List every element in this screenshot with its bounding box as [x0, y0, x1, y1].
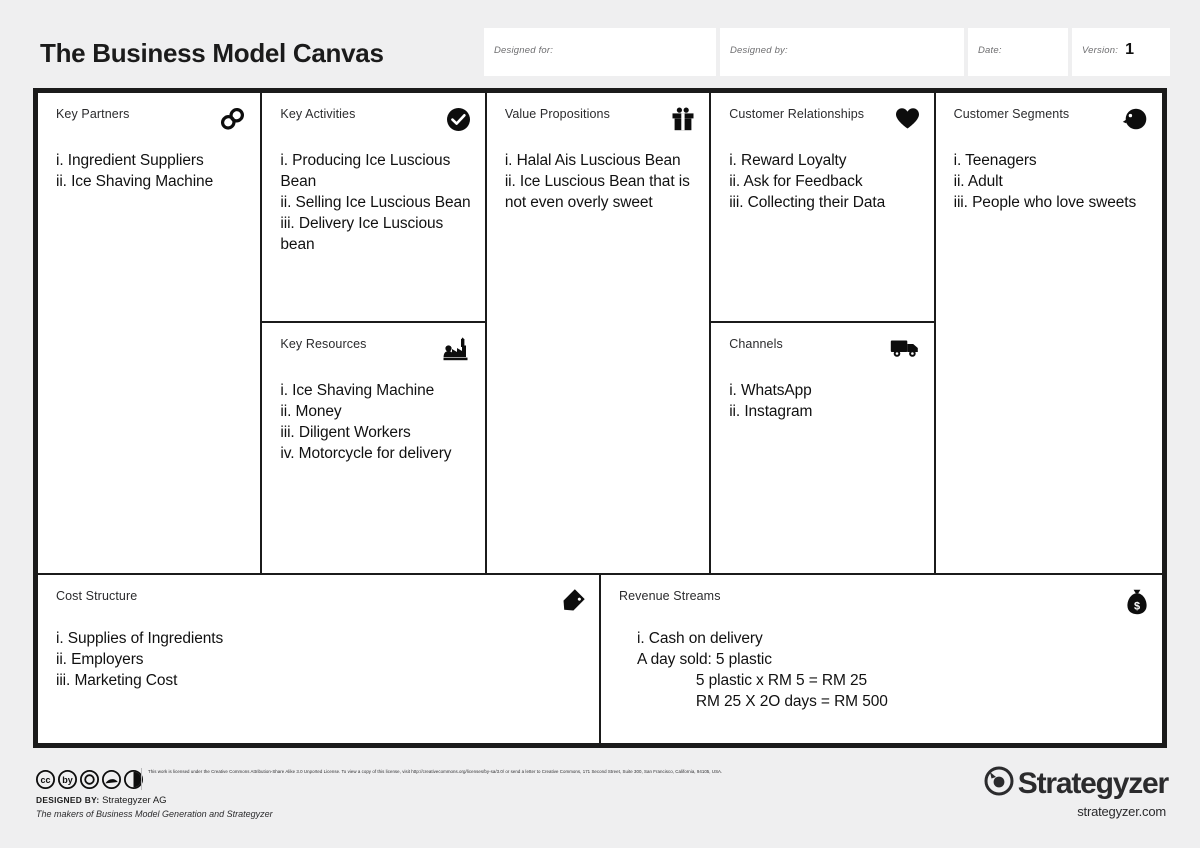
column-key-activities-resources: Key Activities i. Producing Ice Luscious… [262, 93, 485, 573]
block-header: Value Propositions [505, 107, 695, 137]
canvas-bottom-row: Cost Structure i. Supplies of Ingredient… [38, 575, 1162, 743]
cost-structure-body: i. Supplies of Ingredients ii. Employers… [56, 630, 224, 689]
version-field[interactable]: Version: 1 [1072, 28, 1170, 72]
block-channels[interactable]: Channels i. WhatsApp ii. Instagram [711, 323, 934, 573]
license-text: This work is licensed under the Creative… [148, 769, 723, 774]
customer-segments-title: Customer Segments [953, 107, 1070, 121]
block-customer-segments[interactable]: Customer Segments i. Teenagers ii. Adult… [935, 93, 1162, 573]
block-header: Key Resources [280, 337, 470, 367]
designed-for-field[interactable]: Designed for: [484, 28, 716, 72]
cost-structure-title: Cost Structure [56, 589, 138, 603]
canvas-meta-fields: Designed for: Designed by: Date: Version… [484, 28, 1170, 72]
factory-icon [441, 337, 471, 363]
column-value-propositions: Value Propositions i. Halal Ais Luscious… [486, 93, 710, 573]
cc-logo-icon: cc [35, 769, 56, 790]
date-field[interactable]: Date: [968, 28, 1068, 72]
column-relationships-channels: Customer Relationships i. Reward Loyalty… [711, 93, 934, 573]
block-customer-relationships[interactable]: Customer Relationships i. Reward Loyalty… [711, 93, 934, 321]
brand-name: Strategyzer [1017, 766, 1169, 800]
price-tag-icon [555, 589, 585, 615]
revenue-streams-title: Revenue Streams [619, 589, 721, 603]
canvas-footer: cc by This work is licensed under the Cr… [0, 756, 1200, 848]
makers-credit: The makers of Business Model Generation … [36, 809, 273, 819]
cc-share-alike-icon [79, 769, 100, 790]
person-head-icon [1118, 107, 1148, 133]
channels-title: Channels [729, 337, 783, 351]
block-value-propositions[interactable]: Value Propositions i. Halal Ais Luscious… [486, 93, 710, 573]
date-label: Date: [978, 44, 1002, 56]
canvas-header: The Business Model Canvas Designed for: … [0, 22, 1200, 84]
block-header: Key Partners [56, 107, 246, 137]
customer-relationships-body: i. Reward Loyalty ii. Ask for Feedback i… [729, 152, 886, 211]
block-header: Key Activities [280, 107, 470, 137]
svg-text:by: by [62, 775, 73, 785]
column-key-partners: Key Partners i. Ingredient Suppliers ii.… [38, 93, 261, 573]
block-key-activities[interactable]: Key Activities i. Producing Ice Luscious… [262, 93, 485, 321]
delivery-truck-icon [890, 337, 920, 363]
money-bag-icon: $ [1118, 589, 1148, 615]
chain-link-icon [216, 107, 246, 133]
block-header: Channels [729, 337, 919, 367]
business-model-canvas-page: The Business Model Canvas Designed for: … [0, 0, 1200, 848]
version-label: Version: [1082, 44, 1119, 56]
gift-icon [665, 107, 695, 133]
block-header: Customer Segments [954, 107, 1148, 137]
designed-by-credit-label: DESIGNED BY: [36, 795, 100, 805]
revenue-streams-body: i. Cash on delivery A day sold: 5 plasti… [637, 630, 888, 710]
block-key-partners[interactable]: Key Partners i. Ingredient Suppliers ii.… [38, 93, 261, 573]
svg-text:cc: cc [40, 775, 50, 785]
value-propositions-title: Value Propositions [504, 107, 610, 121]
key-resources-body: i. Ice Shaving Machine ii. Money iii. Di… [280, 382, 452, 462]
cc-no-derivatives-icon [101, 769, 122, 790]
customer-segments-body: i. Teenagers ii. Adult iii. People who l… [953, 152, 1137, 211]
channels-body: i. WhatsApp ii. Instagram [729, 382, 813, 420]
cc-attribution-icon: by [57, 769, 78, 790]
key-partners-body: i. Ingredient Suppliers ii. Ice Shaving … [56, 152, 214, 190]
designed-by-field[interactable]: Designed by: [720, 28, 964, 72]
key-resources-title: Key Resources [280, 337, 367, 351]
block-header: Cost Structure [56, 589, 585, 619]
creative-commons-badges: cc by [35, 769, 144, 790]
footer-divider [141, 768, 142, 790]
customer-relationships-title: Customer Relationships [729, 107, 865, 121]
designed-by-credit: DESIGNED BY: Strategyzer AG [36, 795, 167, 806]
svg-text:$: $ [1134, 600, 1140, 612]
block-header: Customer Relationships [729, 107, 919, 137]
brand-lockup: Strategyzer [984, 766, 1169, 801]
strategyzer-brand[interactable]: Strategyzer strategyzer.com [984, 766, 1169, 819]
brand-url: strategyzer.com [1077, 804, 1166, 819]
key-activities-body: i. Producing Ice Luscious Bean ii. Selli… [280, 152, 471, 253]
value-propositions-body: i. Halal Ais Luscious Bean ii. Ice Lusci… [504, 152, 690, 211]
canvas-grid: Key Partners i. Ingredient Suppliers ii.… [33, 88, 1167, 748]
column-customer-segments: Customer Segments i. Teenagers ii. Adult… [935, 93, 1162, 573]
block-key-resources[interactable]: Key Resources i. Ice Shaving Machine ii.… [262, 323, 485, 573]
heart-icon [890, 107, 920, 133]
key-partners-title: Key Partners [56, 107, 130, 121]
check-circle-icon [441, 107, 471, 133]
block-header: Revenue Streams $ [619, 589, 1148, 619]
key-activities-title: Key Activities [280, 107, 356, 121]
strategyzer-logo-icon [984, 766, 1014, 801]
designed-for-label: Designed for: [494, 44, 554, 56]
block-revenue-streams[interactable]: Revenue Streams $ i. Cash on delivery A … [601, 575, 1162, 743]
canvas-top-row: Key Partners i. Ingredient Suppliers ii.… [38, 93, 1162, 573]
column-cost-structure: Cost Structure i. Supplies of Ingredient… [38, 575, 599, 743]
block-cost-structure[interactable]: Cost Structure i. Supplies of Ingredient… [38, 575, 599, 743]
page-title: The Business Model Canvas [40, 37, 384, 68]
designed-by-credit-value: Strategyzer AG [102, 795, 167, 806]
version-value: 1 [1125, 41, 1135, 58]
column-revenue-streams: Revenue Streams $ i. Cash on delivery A … [601, 575, 1162, 743]
designed-by-label: Designed by: [730, 44, 788, 56]
